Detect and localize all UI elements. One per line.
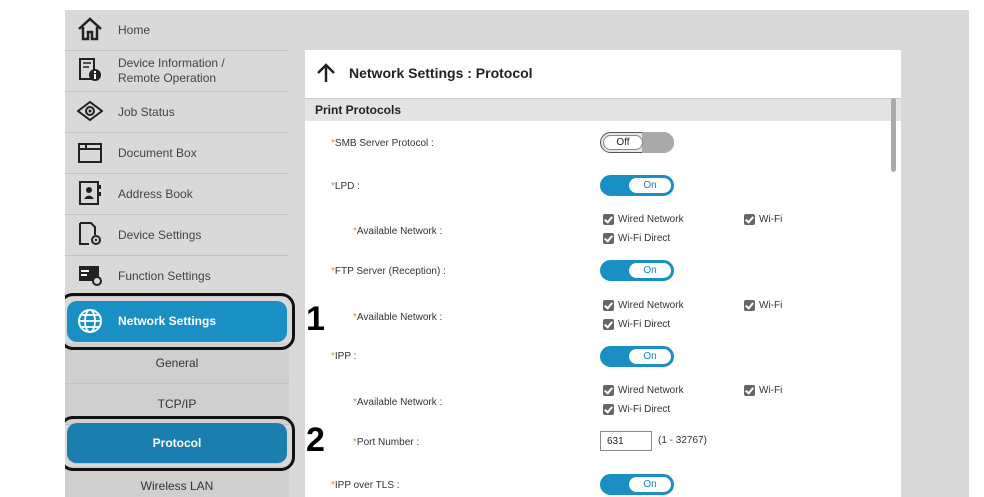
subitem-label: General bbox=[155, 356, 199, 370]
ipp-available-network-label: *Available Network : bbox=[353, 397, 442, 408]
label-text: IPP over TLS : bbox=[334, 480, 400, 491]
toggle-text: On bbox=[643, 180, 657, 191]
lpd-label: *LPD : bbox=[331, 181, 360, 192]
sidebar-item-function-settings[interactable]: Function Settings bbox=[65, 256, 289, 297]
port-range-hint: (1 - 32767) bbox=[658, 435, 707, 446]
sidebar-item-document-box[interactable]: Document Box bbox=[65, 133, 289, 174]
checkbox-checked bbox=[603, 300, 614, 311]
label-text: FTP Server (Reception) : bbox=[334, 266, 446, 277]
label-text: LPD : bbox=[334, 181, 360, 192]
checkbox-checked bbox=[603, 233, 614, 244]
checkbox-label: Wi-Fi Direct bbox=[618, 404, 671, 415]
job-status-icon bbox=[77, 100, 103, 122]
checkbox-label: Wired Network bbox=[618, 300, 684, 311]
ipp-wifi-checkbox[interactable]: Wi-Fi bbox=[744, 385, 782, 396]
label-line-2: Remote Operation bbox=[118, 71, 217, 85]
lpd-wifi-direct-checkbox[interactable]: Wi-Fi Direct bbox=[603, 233, 670, 244]
toggle-text: On bbox=[643, 479, 657, 490]
checkbox-checked bbox=[603, 404, 614, 415]
ipp-over-tls-label: *IPP over TLS : bbox=[331, 480, 400, 491]
address-book-icon bbox=[79, 181, 101, 205]
sidebar-item-label: Device Settings bbox=[118, 227, 202, 242]
ipp-toggle[interactable]: On bbox=[600, 346, 674, 367]
callout-outline-1 bbox=[65, 293, 295, 350]
callout-number-1: 1 bbox=[306, 300, 325, 338]
checkbox-checked bbox=[603, 214, 614, 225]
sidebar-item-label: Address Book bbox=[118, 186, 193, 201]
checkbox-checked bbox=[603, 385, 614, 396]
label-text: IPP : bbox=[334, 351, 357, 362]
lpd-toggle[interactable]: On bbox=[600, 175, 674, 196]
sidebar-item-address-book[interactable]: Address Book bbox=[65, 174, 289, 215]
ftp-label: *FTP Server (Reception) : bbox=[331, 266, 446, 277]
checkbox-label: Wired Network bbox=[618, 385, 684, 396]
sidebar-item-label: Home bbox=[118, 22, 151, 37]
ipp-wifi-direct-checkbox[interactable]: Wi-Fi Direct bbox=[603, 404, 670, 415]
ipp-wired-network-checkbox[interactable]: Wired Network bbox=[603, 385, 684, 396]
section-header: Print Protocols bbox=[305, 98, 901, 121]
label-text: SMB Server Protocol : bbox=[334, 138, 434, 149]
label-text: Available Network : bbox=[356, 312, 443, 323]
ftp-wifi-direct-checkbox[interactable]: Wi-Fi Direct bbox=[603, 319, 670, 330]
web-ui-canvas: Home Device Information / Remote Operatio… bbox=[65, 10, 969, 497]
toggle-text: On bbox=[643, 265, 657, 276]
ftp-available-network-label: *Available Network : bbox=[353, 312, 442, 323]
lpd-wifi-checkbox[interactable]: Wi-Fi bbox=[744, 214, 782, 225]
checkbox-label: Wi-Fi bbox=[759, 300, 783, 311]
smb-toggle[interactable]: Off bbox=[600, 132, 674, 153]
checkbox-checked bbox=[603, 319, 614, 330]
sidebar-item-device-information[interactable]: Device Information / Remote Operation bbox=[65, 51, 289, 92]
sidebar-item-label: Job Status bbox=[118, 104, 175, 119]
lpd-available-network-label: *Available Network : bbox=[353, 226, 442, 237]
toggle-text: On bbox=[643, 351, 657, 362]
sidebar-item-device-settings[interactable]: Device Settings bbox=[65, 215, 289, 256]
checkbox-label: Wi-Fi bbox=[759, 385, 783, 396]
checkbox-checked bbox=[744, 385, 755, 396]
sidebar-item-label: Device Information / Remote Operation bbox=[118, 56, 225, 86]
callout-outline-2 bbox=[65, 416, 295, 471]
subitem-label: TCP/IP bbox=[157, 397, 197, 411]
subitem-label: Wireless LAN bbox=[140, 479, 214, 493]
home-icon bbox=[78, 17, 102, 41]
checkbox-checked bbox=[744, 214, 755, 225]
ftp-toggle[interactable]: On bbox=[600, 260, 674, 281]
label-text: Available Network : bbox=[356, 226, 443, 237]
port-number-label: *Port Number : bbox=[353, 437, 419, 448]
arrow-up-icon[interactable] bbox=[315, 62, 337, 84]
page-title: Network Settings : Protocol bbox=[349, 65, 533, 81]
page-header: Network Settings : Protocol bbox=[305, 50, 901, 96]
label-line-1: Device Information / bbox=[118, 56, 225, 70]
toggle-text: Off bbox=[616, 137, 630, 148]
device-settings-icon bbox=[79, 222, 101, 245]
sidebar-item-job-status[interactable]: Job Status bbox=[65, 92, 289, 133]
function-settings-icon bbox=[79, 266, 102, 286]
label-text: Port Number : bbox=[356, 437, 420, 448]
lpd-wired-network-checkbox[interactable]: Wired Network bbox=[603, 214, 684, 225]
checkbox-label: Wi-Fi bbox=[759, 214, 783, 225]
sidebar-item-label: Document Box bbox=[118, 145, 197, 160]
checkbox-checked bbox=[744, 300, 755, 311]
section-title: Print Protocols bbox=[315, 103, 402, 117]
checkbox-label: Wi-Fi Direct bbox=[618, 233, 671, 244]
callout-number-2: 2 bbox=[306, 421, 325, 459]
device-info-icon bbox=[79, 58, 101, 81]
sidebar-item-label: Function Settings bbox=[118, 268, 211, 283]
ipp-label: *IPP : bbox=[331, 351, 356, 362]
checkbox-label: Wi-Fi Direct bbox=[618, 319, 671, 330]
sidebar-item-home[interactable]: Home bbox=[65, 10, 289, 51]
smb-label: *SMB Server Protocol : bbox=[331, 138, 434, 149]
scrollbar-thumb[interactable] bbox=[891, 98, 896, 172]
label-text: Available Network : bbox=[356, 397, 443, 408]
port-number-input[interactable]: 631 bbox=[600, 431, 652, 451]
ftp-wifi-checkbox[interactable]: Wi-Fi bbox=[744, 300, 782, 311]
checkbox-label: Wired Network bbox=[618, 214, 684, 225]
main-panel: Network Settings : Protocol Print Protoc… bbox=[305, 50, 901, 497]
ftp-wired-network-checkbox[interactable]: Wired Network bbox=[603, 300, 684, 311]
ipp-over-tls-toggle[interactable]: On bbox=[600, 474, 674, 495]
document-box-icon bbox=[78, 143, 102, 163]
